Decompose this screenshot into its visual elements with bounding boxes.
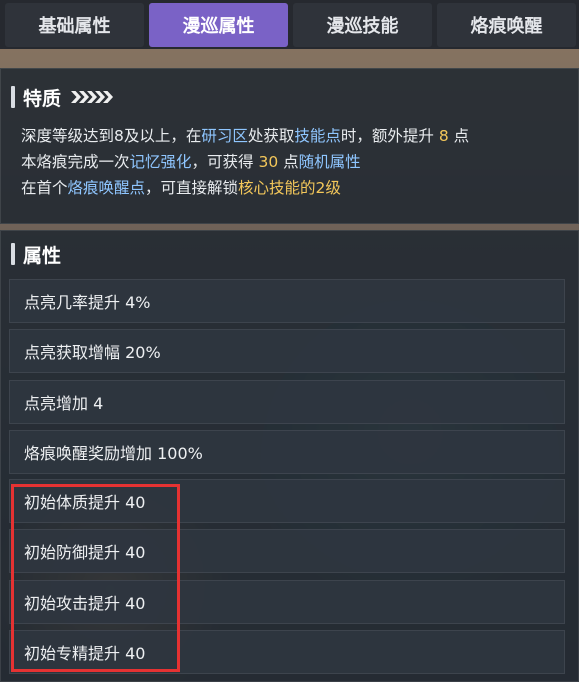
- attribute-row: 点亮增加 4: [9, 380, 565, 424]
- trait-section-title: 特质: [11, 82, 114, 112]
- tab-roaming-attributes[interactable]: 漫巡属性: [149, 2, 288, 47]
- attribute-row: 初始攻击提升 40: [9, 580, 565, 624]
- chevrons-icon: [71, 91, 114, 103]
- attribute-row: 初始防御提升 40: [9, 529, 565, 573]
- attribute-row: 点亮获取增幅 20%: [9, 329, 565, 373]
- trait-panel: 特质 深度等级达到8及以上，在研习区处获取技能点时，额外提升 8 点 本烙痕完成…: [0, 68, 579, 224]
- trait-line-2: 本烙痕完成一次记忆强化，可获得 30 点随机属性: [21, 153, 361, 171]
- tab-basic-attributes[interactable]: 基础属性: [5, 2, 144, 47]
- tab-roaming-skills[interactable]: 漫巡技能: [293, 2, 432, 47]
- attribute-row: 初始体质提升 40: [9, 479, 565, 523]
- trait-description: 深度等级达到8及以上，在研习区处获取技能点时，额外提升 8 点 本烙痕完成一次记…: [21, 123, 568, 201]
- title-accent-bar: [11, 243, 15, 265]
- attributes-section-title: 属性: [11, 239, 61, 269]
- tab-imprint-awakening[interactable]: 烙痕唤醒: [437, 2, 576, 47]
- title-accent-bar: [11, 86, 15, 108]
- attribute-row: 烙痕唤醒奖励增加 100%: [9, 430, 565, 474]
- trait-line-1: 深度等级达到8及以上，在研习区处获取技能点时，额外提升 8 点: [21, 127, 470, 145]
- attribute-row: 初始专精提升 40: [9, 630, 565, 674]
- attribute-row: 点亮几率提升 4%: [9, 279, 565, 323]
- trait-line-3: 在首个烙痕唤醒点，可直接解锁核心技能的2级: [21, 179, 341, 197]
- tab-bar: 基础属性 漫巡属性 漫巡技能 烙痕唤醒: [0, 0, 579, 49]
